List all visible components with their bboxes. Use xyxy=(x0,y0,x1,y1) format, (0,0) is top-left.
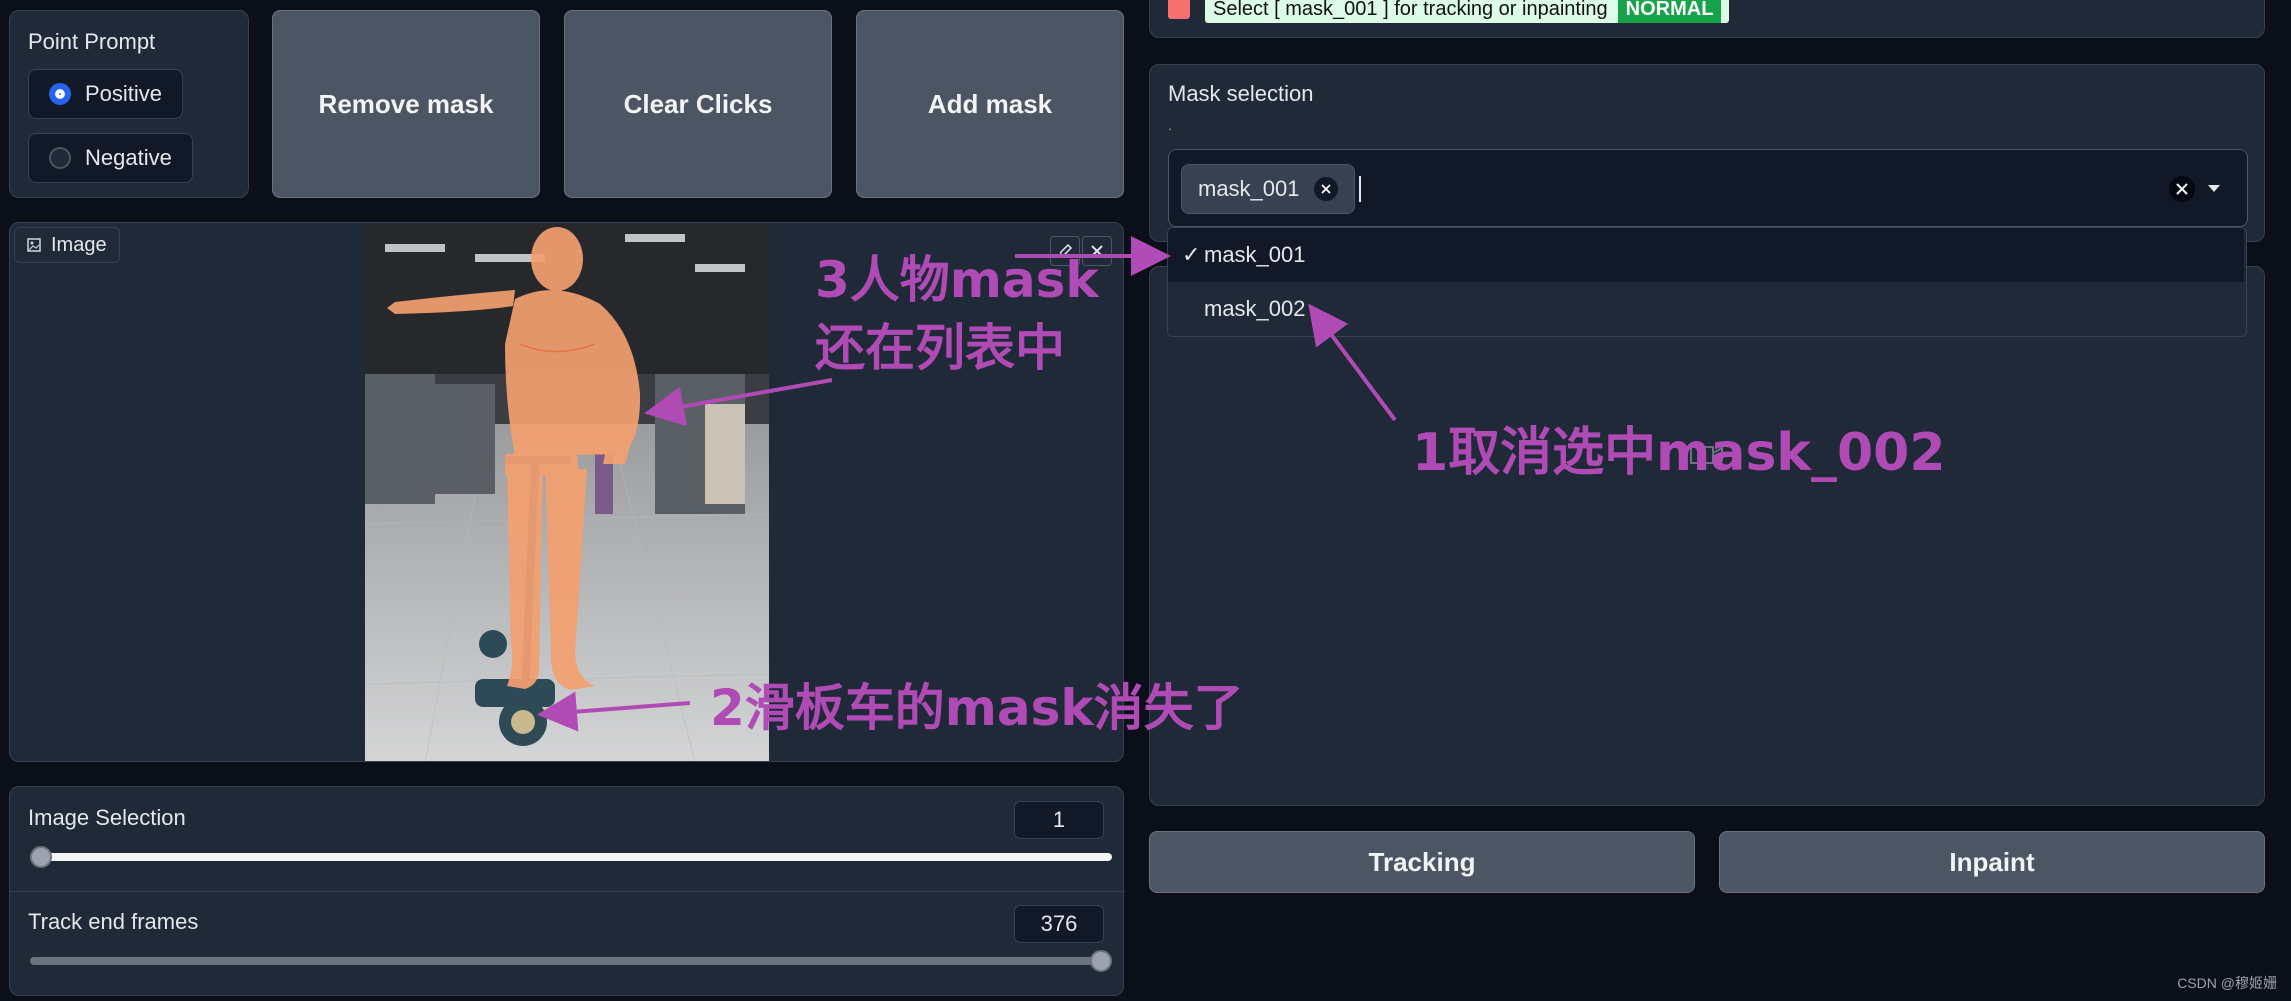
mask-multiselect[interactable]: mask_001 xyxy=(1168,149,2248,227)
status-badge: NORMAL xyxy=(1617,0,1722,23)
image-label: Image xyxy=(51,233,107,256)
radio-positive[interactable]: Positive xyxy=(28,69,184,119)
output-panel xyxy=(1149,266,2265,806)
mask-selection-panel: Mask selection . mask_001 xyxy=(1149,64,2265,242)
radio-dot-unchecked[interactable] xyxy=(49,147,71,169)
status-text: Select [ mask_001 ] for tracking or inpa… xyxy=(1213,0,1608,20)
chip-remove-icon[interactable] xyxy=(1313,177,1338,201)
dropdown-option-mask-001[interactable]: ✓ mask_001 xyxy=(1168,228,2244,282)
annotation-person-line1: 3人物mask xyxy=(815,251,1099,309)
radio-dot-checked[interactable] xyxy=(49,83,71,105)
slider-panel: Image Selection 1 Track end frames 376 xyxy=(9,786,1124,996)
status-message: Select [ mask_001 ] for tracking or inpa… xyxy=(1205,0,1730,23)
text-cursor xyxy=(1359,176,1361,202)
segmented-photo[interactable] xyxy=(365,224,769,762)
dropdown-option-mask-002[interactable]: mask_002 xyxy=(1168,282,2244,336)
option-label: mask_001 xyxy=(1204,242,1306,267)
mask-selection-hint: . xyxy=(1168,117,1172,133)
radio-label: Negative xyxy=(85,145,172,170)
point-prompt-label: Point Prompt xyxy=(28,29,156,54)
annotation-scooter: 2滑板车的mask消失了 xyxy=(710,679,1244,737)
add-mask-button[interactable]: Add mask xyxy=(856,10,1124,198)
mask-chip[interactable]: mask_001 xyxy=(1181,164,1355,214)
mask-chip-label: mask_001 xyxy=(1198,176,1300,201)
clear-selection-icon[interactable] xyxy=(2169,176,2195,202)
option-label: mask_002 xyxy=(1204,296,1306,321)
tracking-button[interactable]: Tracking xyxy=(1149,831,1695,893)
watermark: CSDN @穆姬姗 xyxy=(2177,975,2277,991)
image-selection-label: Image Selection xyxy=(28,805,186,830)
image-label-tag: Image xyxy=(14,227,120,263)
image-icon xyxy=(27,238,41,252)
chevron-down-icon[interactable] xyxy=(2207,184,2221,194)
track-end-thumb[interactable] xyxy=(1090,950,1112,972)
close-icon xyxy=(2176,183,2188,195)
close-icon xyxy=(1320,184,1331,194)
remove-mask-button[interactable]: Remove mask xyxy=(272,10,540,198)
status-swatch xyxy=(1168,0,1190,19)
track-end-number[interactable]: 376 xyxy=(1014,905,1104,943)
radio-label: Positive xyxy=(85,81,163,106)
image-selection-thumb[interactable] xyxy=(30,846,52,868)
image-selection-number[interactable]: 1 xyxy=(1014,801,1104,839)
point-prompt-panel: Point Prompt Positive Negative xyxy=(9,10,249,198)
radio-negative[interactable]: Negative xyxy=(28,133,193,183)
check-icon: ✓ xyxy=(1182,242,1201,267)
image-selection-track[interactable] xyxy=(30,853,1112,861)
inpaint-button[interactable]: Inpaint xyxy=(1719,831,2265,893)
mask-selection-label: Mask selection xyxy=(1168,81,1314,106)
annotation-deselect: 1取消选中mask_002 xyxy=(1412,423,1946,483)
track-end-track[interactable] xyxy=(30,957,1112,965)
slider-divider xyxy=(10,891,1123,892)
annotation-person-line2: 还在列表中 xyxy=(815,319,1065,377)
mask-dropdown-list: ✓ mask_001 mask_002 xyxy=(1167,227,2247,337)
track-end-label: Track end frames xyxy=(28,909,199,934)
clear-clicks-button[interactable]: Clear Clicks xyxy=(564,10,832,198)
status-panel: Select [ mask_001 ] for tracking or inpa… xyxy=(1149,0,2265,38)
